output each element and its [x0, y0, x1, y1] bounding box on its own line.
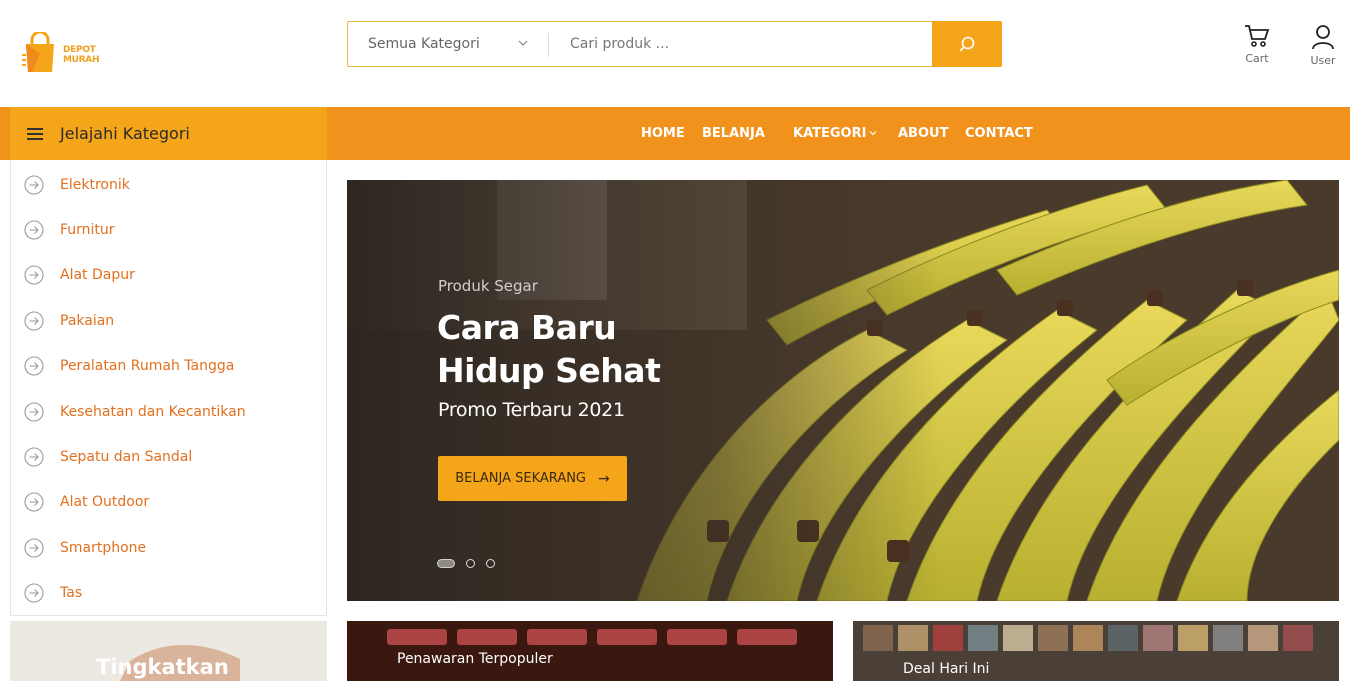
sidebar-item-label: Pakaian: [60, 312, 115, 329]
search-category-label: Semua Kategori: [368, 36, 480, 52]
hero-promo-text: Promo Terbaru 2021: [438, 399, 625, 421]
cart-icon: [1245, 25, 1270, 47]
shopping-bag-logo-icon: [22, 32, 54, 72]
arrow-circle-right-icon: [24, 356, 44, 376]
hero-slider: Produk Segar Cara Baru Hidup Sehat Promo…: [347, 180, 1339, 601]
sidebar-item[interactable]: Smartphone: [11, 525, 326, 570]
nav-kategori-label: KATEGORI: [793, 126, 867, 141]
cart-button[interactable]: Cart: [1237, 24, 1277, 65]
sidebar-item[interactable]: Tas: [11, 571, 326, 616]
search-input[interactable]: [558, 22, 928, 66]
slider-dot[interactable]: [437, 558, 455, 568]
shop-now-button[interactable]: BELANJA SEKARANG →: [438, 456, 627, 501]
search-divider: [548, 33, 549, 57]
arrow-circle-right-icon: [24, 401, 44, 422]
chevron-down-icon: [518, 40, 528, 46]
banner-immunity[interactable]: Tingkatkan Imunitas: [10, 621, 327, 681]
arrow-circle-right-icon: [24, 265, 44, 285]
sidebar-item[interactable]: Furnitur: [11, 207, 326, 252]
cart-label: Cart: [1245, 52, 1269, 65]
banner-immunity-text: Tingkatkan Imunitas: [96, 655, 229, 681]
sidebar-item[interactable]: Pakaian: [11, 298, 326, 343]
sidebar-item[interactable]: Alat Dapur: [11, 253, 326, 298]
logo-line-2: MURAH: [63, 55, 100, 65]
arrow-circle-right-icon: [24, 311, 44, 331]
sidebar-item-label: Smartphone: [60, 539, 147, 556]
chevron-down-icon: [870, 131, 877, 136]
sidebar-item-label: Furnitur: [60, 221, 115, 238]
sidebar-item[interactable]: Sepatu dan Sandal: [11, 434, 326, 479]
shop-now-label: BELANJA SEKARANG: [455, 471, 587, 486]
search-bar: Semua Kategori: [347, 21, 1002, 67]
arrow-circle-right-icon: [24, 583, 44, 603]
sidebar-item-label: Alat Dapur: [60, 267, 135, 284]
sidebar-item-label: Sepatu dan Sandal: [60, 448, 193, 465]
banner-popular-offers[interactable]: Penawaran Terpopuler: [347, 621, 833, 681]
arrow-circle-right-icon: [24, 220, 44, 240]
sidebar-item[interactable]: Kesehatan dan Kecantikan: [11, 389, 326, 434]
sidebar-item-label: Tas: [60, 585, 83, 602]
sidebar-item[interactable]: Peralatan Rumah Tangga: [11, 344, 326, 389]
sidebar-item-label: Alat Outdoor: [60, 494, 150, 511]
sidebar-item[interactable]: Elektronik: [11, 162, 326, 207]
arrow-circle-right-icon: [24, 538, 44, 558]
user-label: User: [1310, 54, 1336, 67]
site-logo[interactable]: DEPOT MURAH: [22, 28, 112, 78]
hero-title: Cara Baru Hidup Sehat: [437, 306, 767, 392]
arrow-circle-right-icon: [24, 492, 44, 512]
logo-text: DEPOT MURAH: [63, 45, 100, 65]
nav-kategori[interactable]: KATEGORI: [793, 107, 877, 160]
arrow-circle-right-icon: [24, 174, 44, 195]
category-sidebar: Elektronik Furnitur Alat Dapur Pakaian Peral…: [10, 160, 327, 616]
sidebar-item-label: Peralatan Rumah Tangga: [60, 358, 235, 375]
search-category-select[interactable]: Semua Kategori: [348, 22, 548, 66]
search-icon: [959, 36, 975, 52]
sidebar-item-label: Kesehatan dan Kecantikan: [60, 403, 246, 420]
hero-subtitle: Produk Segar: [438, 277, 538, 295]
main-nav: HOME BELANJA KATEGORI ABOUT CONTACT: [0, 107, 1350, 160]
banner-daily-deal-text: Deal Hari Ini: [903, 661, 990, 677]
arrow-right-icon: →: [598, 470, 610, 487]
nav-about[interactable]: ABOUT: [898, 107, 948, 160]
slider-dots: [437, 558, 506, 568]
arrow-circle-right-icon: [24, 447, 44, 467]
slider-dot[interactable]: [486, 558, 495, 568]
user-button[interactable]: User: [1303, 24, 1343, 67]
hero-title-line-2: Hidup Sehat: [437, 351, 661, 390]
sidebar-item-label: Elektronik: [60, 176, 130, 193]
nav-home[interactable]: HOME: [641, 107, 685, 160]
nav-belanja[interactable]: BELANJA: [702, 107, 765, 160]
search-button[interactable]: [932, 21, 1002, 67]
slider-dot[interactable]: [466, 558, 475, 568]
banner-popular-offers-text: Penawaran Terpopuler: [397, 651, 553, 667]
banner-daily-deal[interactable]: Deal Hari Ini: [853, 621, 1339, 681]
user-icon: [1312, 25, 1334, 50]
sidebar-item[interactable]: Alat Outdoor: [11, 480, 326, 525]
top-header: DEPOT MURAH Semua Kategori Cart: [0, 0, 1350, 107]
logo-line-1: DEPOT: [63, 45, 96, 55]
hero-title-line-1: Cara Baru: [437, 308, 617, 347]
nav-contact[interactable]: CONTACT: [965, 107, 1033, 160]
